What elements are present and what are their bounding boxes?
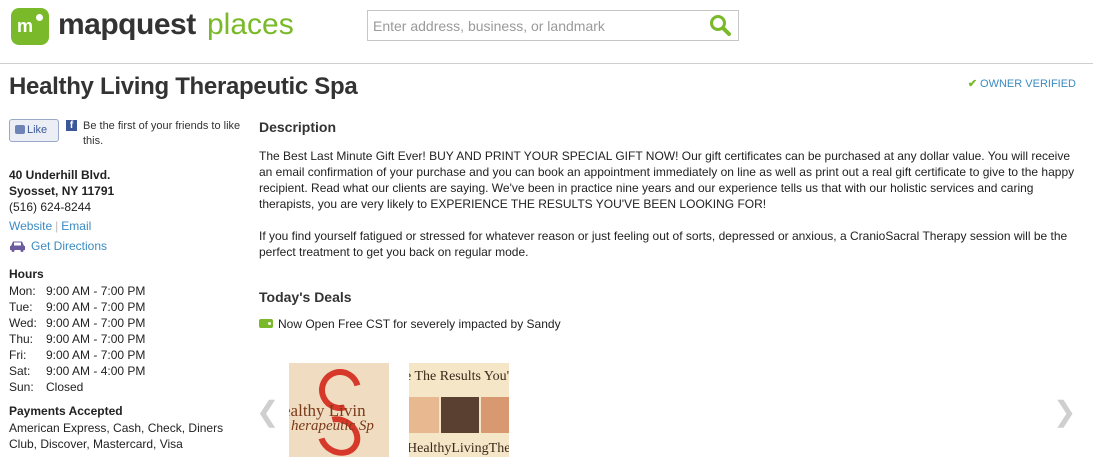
hours-time: 9:00 AM - 7:00 PM (46, 284, 146, 298)
description-paragraph: If you find yourself fatigued or stresse… (259, 229, 1068, 259)
deal-item-label: Now Open Free CST for severely impacted … (278, 317, 561, 331)
owner-verified-label: OWNER VERIFIED (980, 78, 1076, 90)
photo-tile (441, 397, 479, 433)
hours-heading: Hours (9, 267, 44, 281)
car-icon (10, 241, 25, 252)
mapquest-logo-icon[interactable]: m (11, 8, 49, 45)
hours-row-tue: Tue: 9:00 AM - 7:00 PM (9, 299, 145, 315)
hours-row-thu: Thu: 9:00 AM - 7:00 PM (9, 331, 145, 347)
deal-item[interactable]: Now Open Free CST for severely impacted … (259, 317, 561, 331)
facebook-friends-text: Be the first of your friends to like thi… (83, 120, 241, 147)
logo-places[interactable]: places (207, 8, 294, 42)
hours-row-sun: Sun: Closed (9, 379, 145, 395)
owner-verified-badge[interactable]: ✔ OWNER VERIFIED (968, 77, 1076, 90)
hours-time: 9:00 AM - 4:00 PM (46, 364, 146, 378)
photo-tile (481, 397, 509, 433)
deals-heading: Today's Deals (259, 289, 352, 305)
hours-time: 9:00 AM - 7:00 PM (46, 332, 146, 346)
gallery-prev-button[interactable]: ❮ (256, 395, 279, 428)
description-body: The Best Last Minute Gift Ever! BUY AND … (259, 148, 1079, 260)
website-link[interactable]: Website (9, 219, 52, 233)
phone-number[interactable]: (516) 624-8244 (9, 200, 91, 214)
payments-heading: Payments Accepted (9, 404, 123, 418)
email-link[interactable]: Email (61, 219, 91, 233)
thumbs-up-icon (15, 125, 25, 134)
hours-time: Closed (46, 380, 84, 394)
hours-day: Sun: (9, 380, 34, 394)
payments-text: American Express, Cash, Check, Diners Cl… (9, 421, 224, 451)
search-button[interactable] (708, 13, 734, 38)
hours-row-fri: Fri: 9:00 AM - 7:00 PM (9, 347, 145, 363)
hours-time: 9:00 AM - 7:00 PM (46, 300, 146, 314)
logo-mark-letter: m (17, 16, 33, 36)
address-line-1: 40 Underhill Blvd. (9, 168, 111, 182)
hours-day: Wed: (9, 316, 37, 330)
link-separator: | (55, 219, 59, 233)
check-icon: ✔ (967, 78, 978, 90)
address-line-2: Syosset, NY 11791 (9, 184, 115, 198)
site-header: m mapquest places (0, 0, 1093, 64)
search-icon (710, 15, 731, 36)
tag-icon (259, 319, 273, 328)
gallery-image-logo[interactable]: ealthy Livin herapeutic Sp (289, 363, 389, 457)
facebook-like-label: Like (27, 124, 48, 136)
logo-mark-dot (36, 14, 43, 21)
hours-day: Tue: (9, 300, 33, 314)
search-box (367, 10, 739, 41)
hours-time: 9:00 AM - 7:00 PM (46, 348, 146, 362)
hours-list: Mon: 9:00 AM - 7:00 PM Tue: 9:00 AM - 7:00… (9, 283, 145, 395)
contact-links: Website | Email (9, 219, 91, 233)
gallery-next-button[interactable]: ❯ (1053, 395, 1076, 428)
search-input[interactable] (373, 14, 698, 37)
hours-row-wed: Wed: 9:00 AM - 7:00 PM (9, 315, 145, 331)
hours-time: 9:00 AM - 7:00 PM (46, 316, 146, 330)
facebook-like-button[interactable]: Like (9, 119, 59, 142)
get-directions-label: Get Directions (31, 239, 108, 253)
photo-tile (409, 397, 439, 433)
get-directions-link[interactable]: Get Directions (9, 239, 107, 253)
facebook-icon: f (66, 120, 77, 131)
hours-row-mon: Mon: 9:00 AM - 7:00 PM (9, 283, 145, 299)
logo-wordmark[interactable]: mapquest (58, 8, 196, 42)
gallery-image-text: HealthyLivingTher (409, 441, 509, 456)
gallery-image-text: herapeutic Sp (291, 418, 374, 434)
hours-day: Fri: (9, 348, 27, 362)
description-heading: Description (259, 119, 337, 135)
gallery-image-text: e The Results You'v (409, 369, 509, 384)
hours-row-sat: Sat: 9:00 AM - 4:00 PM (9, 363, 145, 379)
description-paragraph: The Best Last Minute Gift Ever! BUY AND … (259, 149, 1075, 211)
hours-day: Thu: (9, 332, 34, 346)
hours-day: Mon: (9, 284, 36, 298)
page-title: Healthy Living Therapeutic Spa (9, 73, 358, 100)
gallery-image-collage[interactable]: e The Results You'v HealthyLivingTher (409, 363, 509, 457)
hours-day: Sat: (9, 364, 31, 378)
